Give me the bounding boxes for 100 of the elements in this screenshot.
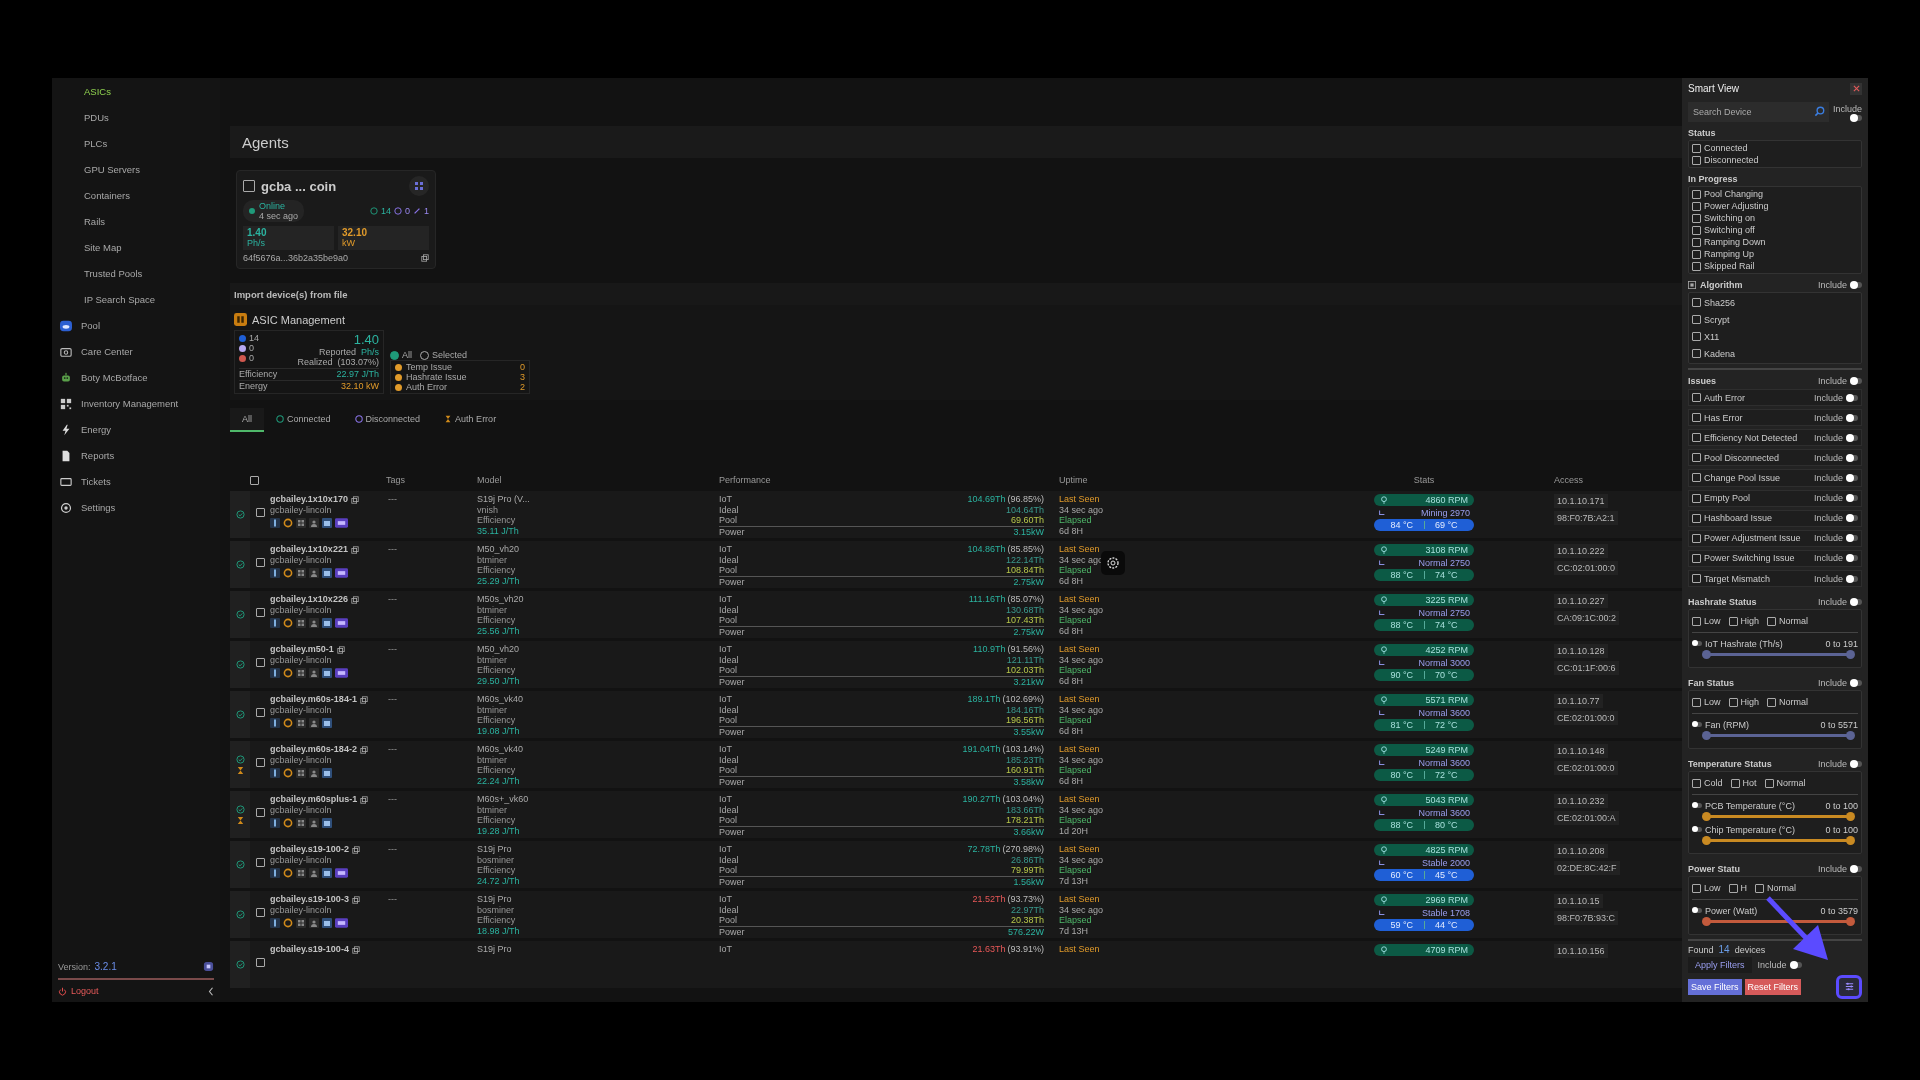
table-row[interactable] xyxy=(230,791,1682,838)
copy-icon[interactable] xyxy=(350,595,359,604)
checkbox-option[interactable]: Switching on xyxy=(1692,212,1858,225)
thermometer-icon[interactable] xyxy=(270,668,280,678)
settings-button[interactable] xyxy=(1101,551,1125,575)
sidebar-item[interactable]: Pool xyxy=(52,320,220,346)
calendar-icon[interactable] xyxy=(322,768,332,778)
tab[interactable]: Disconnected xyxy=(342,408,433,432)
grid-icon[interactable] xyxy=(296,768,306,778)
calendar-icon[interactable] xyxy=(322,818,332,828)
checkbox-option[interactable]: Hashboard Issue xyxy=(1692,512,1773,525)
copy-icon[interactable] xyxy=(351,895,360,904)
copy-icon[interactable] xyxy=(351,845,360,854)
sidebar-item[interactable]: Rails xyxy=(52,216,220,242)
save-filters-button[interactable]: Save Filters xyxy=(1688,979,1742,995)
row-checkbox[interactable] xyxy=(256,608,265,617)
thermometer-icon[interactable] xyxy=(270,868,280,878)
slider-toggle[interactable] xyxy=(1692,722,1702,728)
table-row[interactable] xyxy=(230,541,1682,588)
sidebar-item[interactable]: GPU Servers xyxy=(52,164,220,190)
range-slider[interactable] xyxy=(1702,836,1855,846)
include-toggle[interactable] xyxy=(1846,495,1858,502)
thermometer-icon[interactable] xyxy=(270,618,280,628)
radio-option[interactable]: Selected xyxy=(420,350,468,360)
thermometer-icon[interactable] xyxy=(270,718,280,728)
range-slider[interactable] xyxy=(1702,650,1855,660)
slider-toggle[interactable] xyxy=(1692,827,1702,833)
row-checkbox[interactable] xyxy=(256,908,265,917)
tab[interactable]: Auth Error xyxy=(432,408,509,432)
checkbox-option[interactable]: X11 xyxy=(1692,328,1858,346)
radio-option[interactable]: All xyxy=(390,350,412,360)
include-toggle[interactable] xyxy=(1846,535,1858,542)
include-toggle[interactable] xyxy=(1846,394,1858,401)
slider-toggle[interactable] xyxy=(1692,803,1702,809)
row-checkbox[interactable] xyxy=(256,658,265,667)
range-slider[interactable] xyxy=(1702,917,1855,927)
thermometer-icon[interactable] xyxy=(270,818,280,828)
sidebar-item[interactable]: IP Search Space xyxy=(52,294,220,320)
sidebar-item[interactable]: ASICs xyxy=(52,86,220,112)
include-toggle[interactable] xyxy=(1789,962,1802,968)
include-toggle[interactable] xyxy=(1850,761,1862,768)
table-row[interactable] xyxy=(230,491,1682,538)
checkbox-option[interactable]: Connected xyxy=(1692,142,1858,155)
include-toggle[interactable] xyxy=(1850,114,1862,121)
checkbox-option[interactable]: Change Pool Issue xyxy=(1692,472,1781,484)
calendar-icon[interactable] xyxy=(322,918,332,928)
checkbox-option[interactable]: Skipped Rail xyxy=(1692,260,1858,273)
include-toggle[interactable] xyxy=(1850,282,1862,289)
person-icon[interactable] xyxy=(309,768,319,778)
logout-link[interactable]: Logout xyxy=(58,986,99,996)
row-checkbox[interactable] xyxy=(256,808,265,817)
sidebar-item[interactable]: Settings xyxy=(52,502,220,528)
slider-toggle[interactable] xyxy=(1692,641,1702,647)
checkbox-option[interactable]: Normal xyxy=(1767,615,1809,628)
checkbox-option[interactable]: Ramping Up xyxy=(1692,248,1858,261)
checkbox-option[interactable]: Switching off xyxy=(1692,224,1858,237)
table-row[interactable]: gcbailey.s19-100-4 S19j Pro IoT 21.63Th (93.91%) Last Seen 4709 RPM 10.1.10.156 xyxy=(230,941,1682,988)
table-row[interactable] xyxy=(230,691,1682,738)
include-toggle[interactable] xyxy=(1846,515,1858,522)
table-row[interactable] xyxy=(230,641,1682,688)
copy-icon[interactable] xyxy=(360,795,369,804)
checkbox-option[interactable]: Scrypt xyxy=(1692,311,1858,329)
sidebar-item[interactable]: Boty McBotface xyxy=(52,372,220,398)
checkbox-option[interactable]: Empty Pool xyxy=(1692,492,1751,505)
table-row[interactable] xyxy=(230,591,1682,638)
row-checkbox[interactable] xyxy=(256,758,265,767)
search-field[interactable]: Search Device xyxy=(1688,102,1829,123)
copy-icon[interactable] xyxy=(359,695,368,704)
sidebar-item[interactable]: Inventory Management xyxy=(52,398,220,424)
row-checkbox[interactable] xyxy=(256,958,265,967)
sidebar-item[interactable]: PDUs xyxy=(52,112,220,138)
tag-icon[interactable] xyxy=(335,668,348,678)
sidebar-item[interactable]: Containers xyxy=(52,190,220,216)
person-icon[interactable] xyxy=(309,918,319,928)
tag-icon[interactable] xyxy=(335,618,348,628)
tag-icon[interactable] xyxy=(335,518,348,528)
tab[interactable]: All xyxy=(230,408,264,432)
person-icon[interactable] xyxy=(309,818,319,828)
sidebar-item[interactable]: Care Center xyxy=(52,346,220,372)
person-icon[interactable] xyxy=(309,518,319,528)
thermometer-icon[interactable] xyxy=(270,518,280,528)
range-slider[interactable] xyxy=(1702,731,1855,741)
checkbox-option[interactable]: Cold xyxy=(1692,777,1723,790)
copy-icon[interactable] xyxy=(359,745,368,754)
include-toggle[interactable] xyxy=(1850,866,1862,873)
checkbox-option[interactable]: Normal xyxy=(1755,882,1797,895)
checkbox-option[interactable]: Pool Disconnected xyxy=(1692,451,1780,464)
sidebar-item[interactable]: Site Map xyxy=(52,242,220,268)
calendar-icon[interactable] xyxy=(322,718,332,728)
table-row[interactable] xyxy=(230,741,1682,788)
include-toggle[interactable] xyxy=(1846,434,1858,441)
copy-icon[interactable] xyxy=(421,254,429,262)
include-toggle[interactable] xyxy=(1850,378,1862,384)
close-button[interactable] xyxy=(1850,82,1862,95)
search-icon[interactable] xyxy=(1813,106,1825,118)
checkbox-option[interactable]: Power Adjusting xyxy=(1692,200,1858,213)
range-slider[interactable] xyxy=(1702,812,1855,822)
apply-filters-button[interactable]: Apply Filters xyxy=(1688,957,1752,973)
row-checkbox[interactable] xyxy=(256,508,265,517)
thermometer-icon[interactable] xyxy=(270,918,280,928)
